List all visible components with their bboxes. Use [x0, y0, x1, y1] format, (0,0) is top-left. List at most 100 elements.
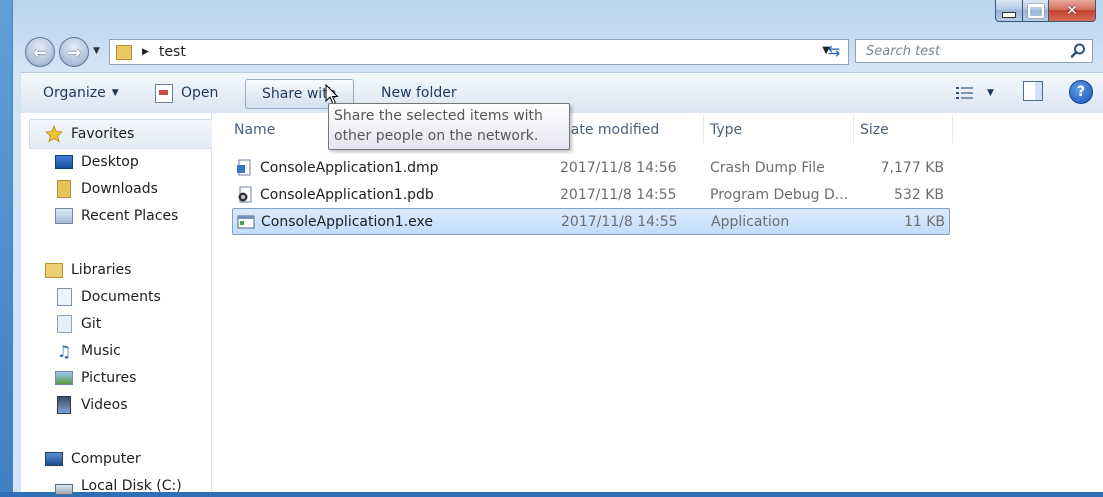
nav-label: Favorites [71, 126, 135, 142]
nav-label: Downloads [81, 181, 158, 197]
column-header-size[interactable]: Size [860, 119, 889, 141]
folder-icon [116, 44, 132, 60]
minimize-icon [1002, 11, 1016, 18]
nav-computer[interactable]: Computer [45, 448, 141, 470]
help-icon: ? [1076, 84, 1086, 100]
file-row[interactable]: ConsoleApplication1.pdb 2017/11/8 14:55 … [232, 182, 948, 208]
caption-buttons: ✕ [995, 0, 1096, 22]
nav-label: Documents [81, 289, 161, 305]
nav-item-videos[interactable]: Videos [55, 394, 128, 416]
application-icon [237, 213, 255, 231]
share-with-tooltip: Share the selected items with other peop… [328, 103, 570, 150]
column-divider[interactable] [853, 115, 854, 143]
nav-label: Pictures [81, 370, 137, 386]
file-name: ConsoleApplication1.pdb [260, 187, 434, 203]
nav-label: Music [81, 343, 121, 359]
back-button[interactable]: ← [25, 37, 55, 67]
refresh-icon: ⇆ [827, 42, 841, 60]
close-button[interactable]: ✕ [1049, 0, 1096, 22]
nav-item-recent-places[interactable]: Recent Places [55, 205, 178, 227]
open-button[interactable]: Open [155, 81, 218, 105]
forward-button[interactable]: → [59, 37, 89, 67]
search-input[interactable] [864, 42, 1068, 60]
desktop-icon [55, 154, 73, 170]
more-views-dropdown[interactable]: ▼ [987, 81, 994, 105]
file-type: Program Debug D... [710, 187, 849, 203]
explorer-window: ✕ ← → ▼ ▶ test ▼ ⇆ Organize ▼ Open [12, 0, 1103, 495]
videos-icon [55, 396, 73, 414]
file-size: 7,177 KB [880, 160, 944, 176]
nav-libraries[interactable]: Libraries [45, 259, 131, 281]
details-view-icon [956, 87, 973, 99]
nav-label: Computer [71, 451, 141, 467]
nav-label: Libraries [71, 262, 132, 278]
star-icon [45, 125, 63, 143]
downloads-folder-icon [55, 180, 73, 198]
close-icon: ✕ [1066, 2, 1078, 19]
file-name: ConsoleApplication1.exe [261, 213, 433, 230]
nav-item-git[interactable]: Git [55, 313, 101, 335]
chevron-down-icon: ▼ [987, 88, 994, 98]
column-header-name[interactable]: Name [234, 119, 275, 141]
new-folder-label: New folder [381, 85, 457, 101]
column-header-date-modified[interactable]: Date modified [560, 119, 659, 141]
nav-item-documents[interactable]: Documents [55, 286, 161, 308]
pictures-icon [55, 370, 73, 386]
nav-label: Recent Places [81, 208, 179, 224]
nav-item-desktop[interactable]: Desktop [55, 151, 139, 173]
forward-arrow-icon: → [67, 42, 81, 62]
file-row[interactable]: ConsoleApplication1.dmp 2017/11/8 14:56 … [232, 155, 948, 181]
minimize-button[interactable] [995, 0, 1023, 22]
open-app-icon [155, 83, 173, 103]
nav-favorites[interactable]: Favorites [45, 123, 134, 145]
file-name: ConsoleApplication1.dmp [260, 160, 439, 176]
chevron-down-icon: ▼ [93, 46, 100, 56]
back-arrow-icon: ← [33, 42, 47, 62]
git-library-icon [55, 315, 73, 333]
file-type: Application [711, 213, 790, 230]
new-folder-button[interactable]: New folder [381, 81, 457, 105]
organize-button[interactable]: Organize ▼ [43, 81, 119, 105]
column-header-type[interactable]: Type [710, 119, 742, 141]
documents-icon [55, 288, 73, 306]
refresh-button[interactable]: ⇆ [821, 39, 847, 63]
column-divider[interactable] [952, 115, 953, 143]
file-date: 2017/11/8 14:55 [560, 187, 677, 203]
file-date: 2017/11/8 14:55 [561, 213, 678, 230]
nav-item-downloads[interactable]: Downloads [55, 178, 158, 200]
search-icon[interactable] [1070, 43, 1086, 59]
nav-item-music[interactable]: ♫ Music [55, 340, 121, 362]
recent-locations-dropdown[interactable]: ▼ [93, 46, 100, 56]
change-view-button[interactable] [955, 81, 975, 105]
maximize-icon [1027, 3, 1044, 18]
breadcrumb-current[interactable]: test [159, 44, 186, 60]
file-size: 532 KB [894, 187, 944, 203]
breadcrumb-chevron-icon[interactable]: ▶ [142, 47, 149, 57]
navigation-pane: Favorites Desktop Downloads Recent Place… [21, 113, 219, 495]
organize-label: Organize [43, 85, 106, 101]
nav-label: Videos [81, 397, 128, 413]
address-bar[interactable]: ▶ test ▼ [109, 39, 849, 65]
file-list-pane: Name Date modified Type Size ConsoleAppl… [212, 113, 1103, 492]
recent-places-icon [55, 208, 73, 224]
nav-label: Desktop [81, 154, 139, 170]
libraries-icon [45, 262, 63, 278]
dump-file-icon [236, 159, 254, 177]
search-box[interactable] [855, 39, 1093, 63]
file-row-selected[interactable]: ConsoleApplication1.exe 2017/11/8 14:55 … [232, 208, 950, 235]
preview-pane-button[interactable] [1023, 81, 1043, 101]
nav-label: Git [81, 316, 102, 332]
nav-item-pictures[interactable]: Pictures [55, 367, 136, 389]
help-button[interactable]: ? [1069, 80, 1093, 104]
column-divider[interactable] [703, 115, 704, 143]
nav-item-local-disk[interactable]: Local Disk (C:) [55, 475, 182, 497]
file-date: 2017/11/8 14:56 [560, 160, 677, 176]
computer-icon [45, 451, 63, 467]
open-label: Open [181, 85, 219, 101]
file-size: 11 KB [903, 213, 945, 230]
navigation-bar: ← → ▼ ▶ test ▼ ⇆ [13, 34, 1103, 70]
debug-file-icon [236, 186, 254, 204]
maximize-button[interactable] [1023, 0, 1049, 22]
chevron-down-icon: ▼ [111, 88, 119, 98]
file-type: Crash Dump File [710, 160, 825, 176]
